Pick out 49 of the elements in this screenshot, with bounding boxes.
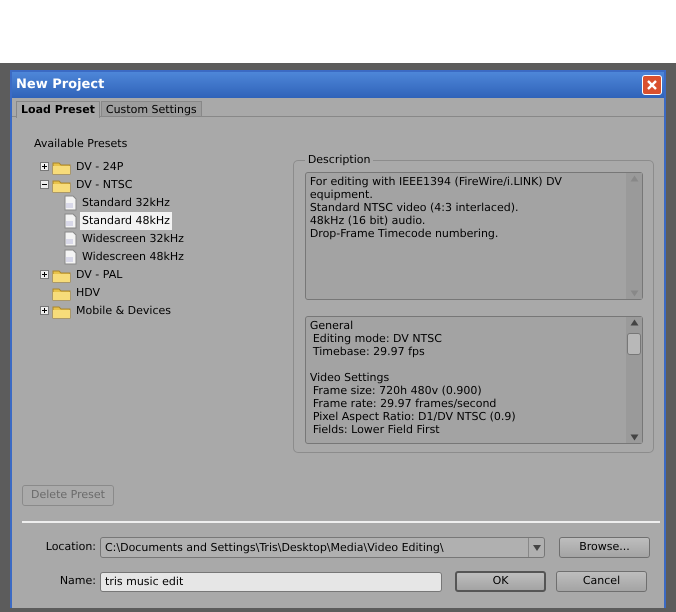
scroll-up-icon (630, 319, 638, 326)
tree-item[interactable]: Widescreen 48kHz (80, 248, 186, 266)
description-line: Standard NTSC video (4:3 interlaced). (310, 201, 520, 214)
ok-button[interactable]: OK (455, 571, 546, 592)
file-icon (63, 230, 77, 246)
file-icon (63, 194, 77, 210)
expand-icon[interactable] (40, 162, 49, 171)
close-icon (646, 79, 658, 91)
tree-heading: Available Presets (33, 136, 128, 152)
settings-line: Fields: Lower Field First (312, 423, 441, 436)
tree-item[interactable]: DV - 24P (74, 158, 126, 176)
description-line: 48kHz (16 bit) audio. (310, 214, 426, 227)
description-line: For editing with IEEE1394 (FireWire/i.LINK) DV equipment. (310, 175, 563, 201)
settings-line: Timebase: 29.97 fps (312, 345, 426, 358)
tree-item[interactable]: Standard 48kHz (80, 212, 172, 230)
caret-icon (532, 544, 540, 550)
tree-item[interactable]: Mobile & Devices (74, 302, 174, 320)
location-dropdown[interactable]: C:\Documents and Settings\Tris\Desktop\Media\Video Editing\ (100, 537, 545, 558)
tree-item[interactable]: DV - PAL (74, 266, 124, 284)
scrollbar[interactable] (626, 317, 642, 443)
settings-line: Editing mode: DV NTSC (312, 332, 443, 345)
settings-line: Pixel Aspect Ratio: D1/DV NTSC (0.9) (312, 410, 517, 423)
expand-icon[interactable] (40, 270, 49, 279)
field-label: Name: (58, 573, 97, 590)
window-title: New Project (16, 76, 104, 94)
settings-line: Frame rate: 29.97 frames/second (312, 397, 498, 410)
tree-item[interactable]: HDV (74, 284, 102, 302)
settings-line: Frame size: 720h 480v (0.900) (312, 384, 483, 397)
cancel-button[interactable]: Cancel (556, 571, 647, 592)
settings-heading: Video Settings (310, 371, 390, 384)
description-line: Drop-Frame Timecode numbering. (310, 227, 500, 240)
name-field[interactable]: tris music edit (100, 572, 442, 592)
scroll-down-icon (630, 434, 638, 441)
tree-item[interactable]: Standard 32kHz (80, 194, 172, 212)
browse-button[interactable]: Browse... (559, 537, 650, 558)
tree-item[interactable]: Widescreen 32kHz (80, 230, 186, 248)
panel-legend: Description (304, 154, 374, 166)
tab[interactable]: Custom Settings (100, 101, 202, 116)
settings-heading: General (310, 319, 354, 332)
field-label: Location: (44, 539, 97, 556)
close-button[interactable] (642, 75, 662, 95)
scroll-thumb[interactable] (627, 333, 641, 355)
collapse-icon[interactable] (40, 180, 49, 189)
expand-icon[interactable] (40, 306, 49, 315)
tab[interactable]: Load Preset (16, 101, 100, 118)
tree-item[interactable]: DV - NTSC (74, 176, 134, 194)
file-icon (63, 212, 77, 228)
scrollbar[interactable] (626, 173, 642, 299)
file-icon (63, 248, 77, 264)
